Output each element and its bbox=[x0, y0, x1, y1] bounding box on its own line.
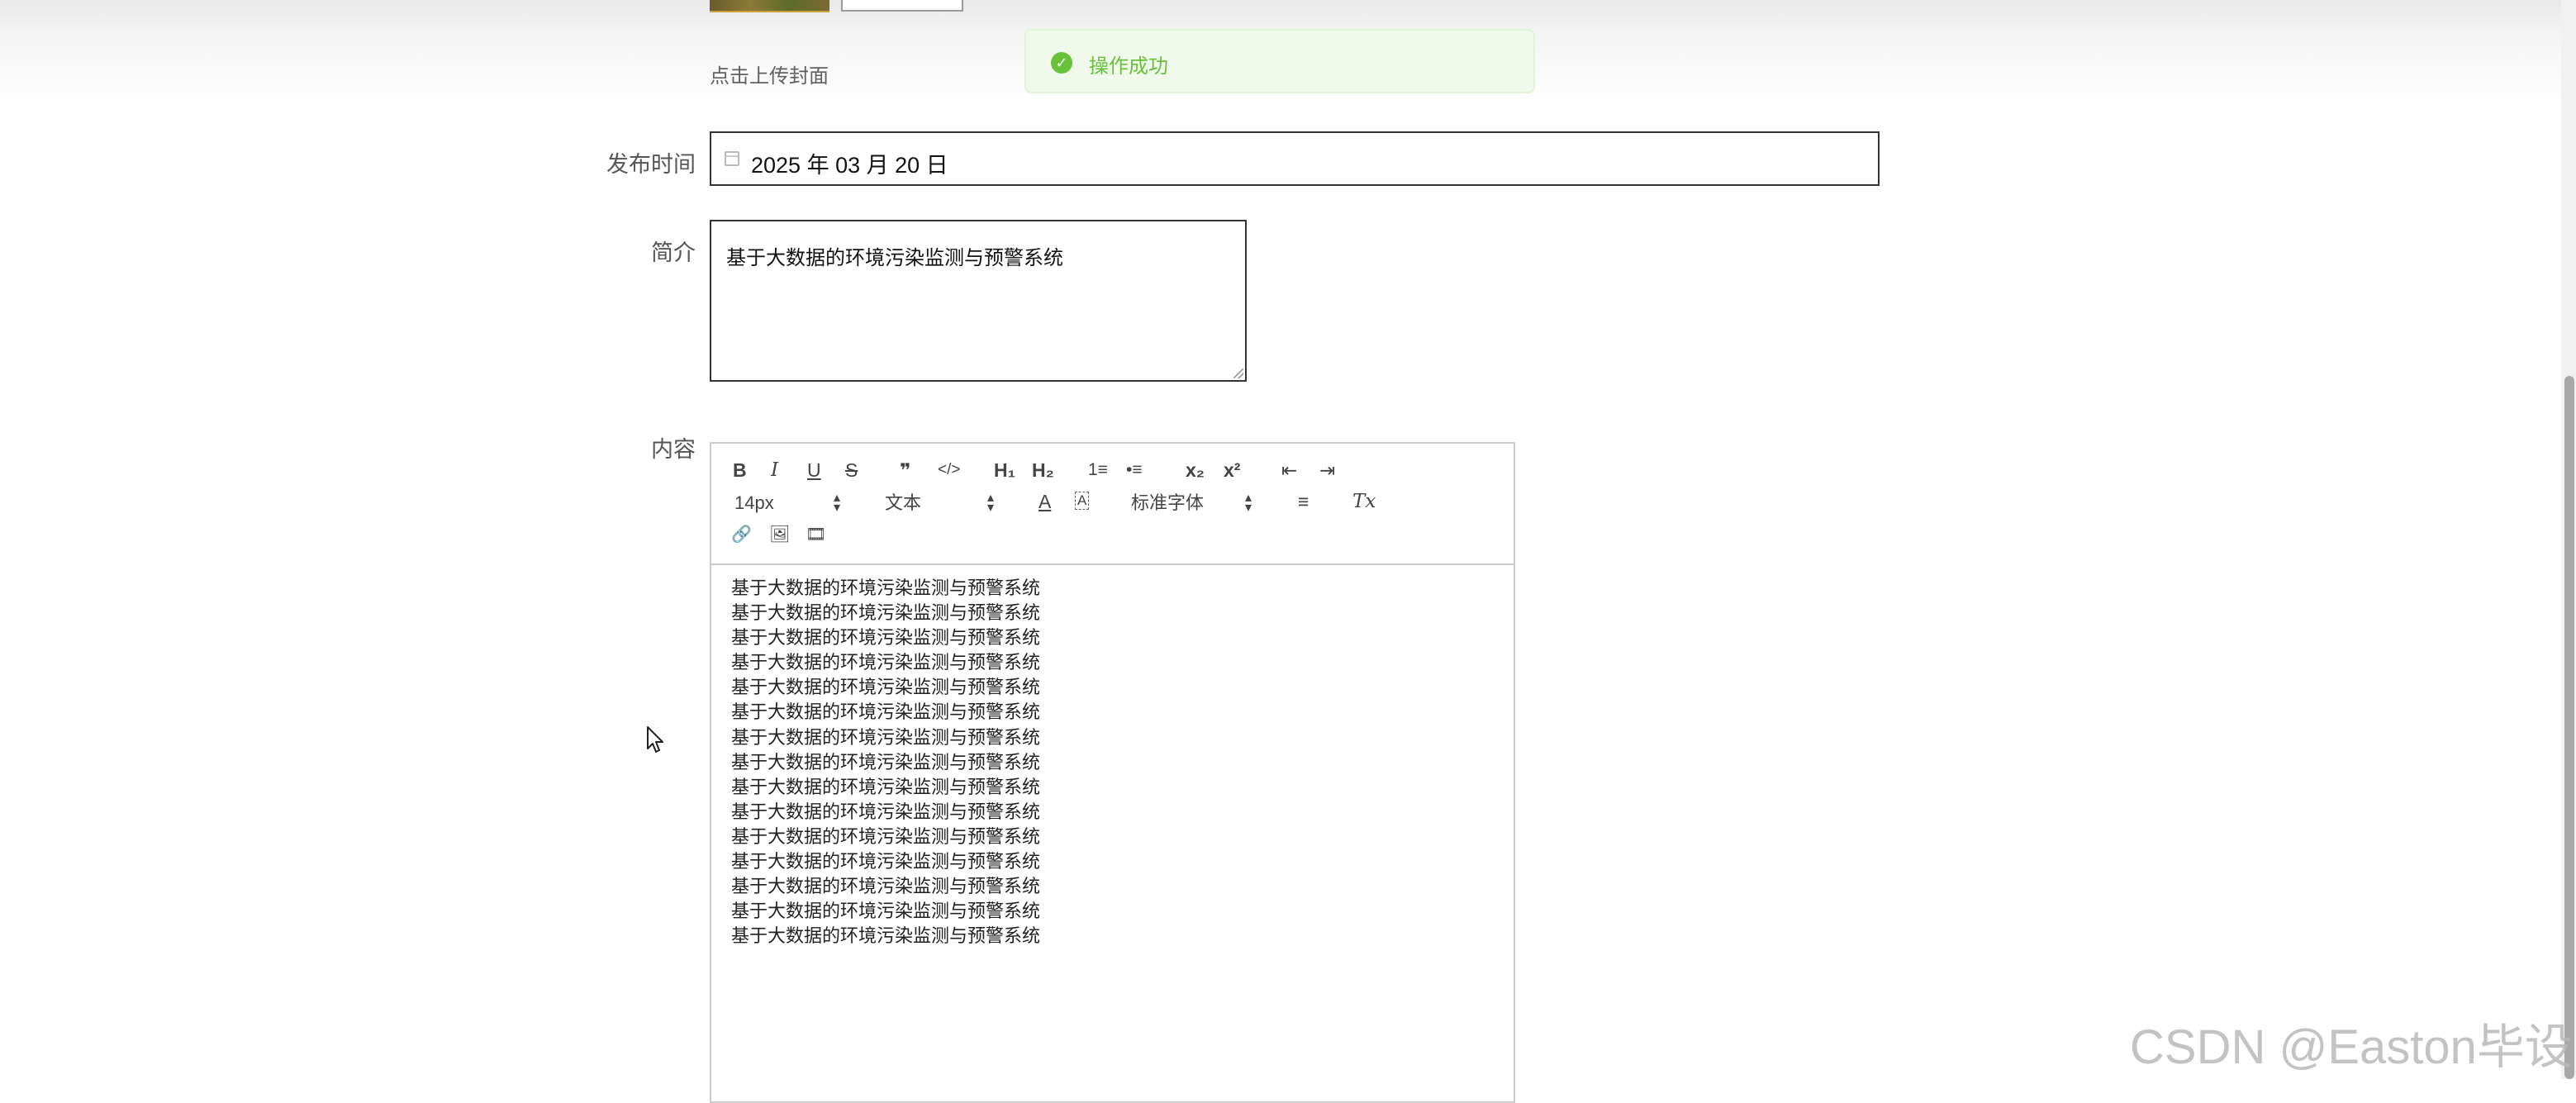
mouse-cursor-icon bbox=[647, 726, 663, 753]
bold-button[interactable]: B bbox=[733, 460, 747, 480]
content-line: 基于大数据的环境污染监测与预警系统 bbox=[731, 925, 1041, 947]
header-select-arrow-icon: ▴ ▾ bbox=[987, 491, 995, 515]
cover-image-thumbnail[interactable] bbox=[710, 0, 829, 12]
content-line: 基于大数据的环境污染监测与预警系统 bbox=[731, 876, 1041, 897]
strike-button[interactable]: S bbox=[845, 460, 858, 480]
success-toast: ✓ 操作成功 bbox=[1024, 29, 1535, 93]
content-line: 基于大数据的环境污染监测与预警系统 bbox=[731, 825, 1041, 847]
content-line: 基于大数据的环境污染监测与预警系统 bbox=[731, 901, 1041, 922]
background-color-button[interactable]: A bbox=[1075, 492, 1090, 510]
superscript-button[interactable]: x² bbox=[1224, 460, 1240, 480]
editor-content-area[interactable]: 基于大数据的环境污染监测与预警系统 基于大数据的环境污染监测与预警系统 基于大数… bbox=[731, 576, 1040, 948]
publish-time-label: 发布时间 bbox=[606, 152, 696, 177]
content-line: 基于大数据的环境污染监测与预警系统 bbox=[731, 851, 1041, 872]
content-line: 基于大数据的环境污染监测与预警系统 bbox=[731, 751, 1041, 773]
textarea-resize-handle[interactable] bbox=[1233, 368, 1243, 378]
font-family-select[interactable]: 标准字体 bbox=[1131, 493, 1204, 513]
summary-text: 基于大数据的环境污染监测与预警系统 bbox=[726, 247, 1063, 269]
calendar-icon bbox=[725, 151, 739, 166]
font-color-button[interactable]: A bbox=[1038, 492, 1051, 511]
font-size-select[interactable]: 14px bbox=[734, 493, 774, 513]
content-line: 基于大数据的环境污染监测与预警系统 bbox=[731, 726, 1041, 748]
image-button[interactable]: 🖼 bbox=[769, 525, 790, 544]
rich-text-editor: B I U S ❞ </> H₁ H₂ 1≡ •≡ x₂ x² ⇤ ⇥ 14px… bbox=[710, 442, 1515, 1103]
publish-date-input[interactable]: 2025 年 03 月 20 日 bbox=[710, 131, 1880, 186]
watermark-text: CSDN @Easton毕设 bbox=[2130, 1020, 2573, 1074]
font-size-select-arrow-icon: ▴ ▾ bbox=[834, 491, 841, 515]
subscript-button[interactable]: x₂ bbox=[1186, 460, 1205, 480]
bullet-list-button[interactable]: •≡ bbox=[1126, 460, 1143, 480]
check-circle-icon: ✓ bbox=[1051, 52, 1072, 74]
font-family-select-arrow-icon: ▴ ▾ bbox=[1245, 491, 1252, 515]
publish-date-value: 2025 年 03 月 20 日 bbox=[751, 153, 948, 178]
content-line: 基于大数据的环境污染监测与预警系统 bbox=[731, 677, 1041, 698]
blockquote-button[interactable]: ❞ bbox=[900, 460, 911, 480]
summary-textarea[interactable]: 基于大数据的环境污染监测与预警系统 bbox=[710, 220, 1247, 382]
link-button[interactable]: 🔗 bbox=[731, 525, 752, 544]
header-select[interactable]: 文本 bbox=[885, 493, 921, 513]
content-line: 基于大数据的环境污染监测与预警系统 bbox=[731, 602, 1041, 624]
content-line: 基于大数据的环境污染监测与预警系统 bbox=[731, 578, 1041, 598]
summary-label: 简介 bbox=[651, 240, 696, 265]
code-block-button[interactable]: </> bbox=[938, 460, 960, 480]
video-button[interactable]: 🎞 bbox=[806, 525, 826, 544]
content-line: 基于大数据的环境污染监测与预警系统 bbox=[731, 652, 1041, 673]
cover-upload-hint: 点击上传封面 bbox=[710, 65, 829, 88]
cover-upload-box[interactable] bbox=[841, 0, 963, 12]
align-button[interactable]: ≡ bbox=[1298, 492, 1309, 511]
clean-format-button[interactable]: Tx bbox=[1352, 492, 1376, 511]
outdent-button[interactable]: ⇤ bbox=[1281, 460, 1297, 480]
italic-button[interactable]: I bbox=[771, 460, 778, 480]
indent-button[interactable]: ⇥ bbox=[1319, 460, 1335, 480]
ordered-list-button[interactable]: 1≡ bbox=[1088, 460, 1108, 480]
toast-message: 操作成功 bbox=[1089, 55, 1168, 78]
editor-toolbar: B I U S ❞ </> H₁ H₂ 1≡ •≡ x₂ x² ⇤ ⇥ 14px… bbox=[711, 444, 1514, 565]
content-label: 内容 bbox=[651, 437, 696, 462]
content-line: 基于大数据的环境污染监测与预警系统 bbox=[731, 801, 1041, 822]
content-line: 基于大数据的环境污染监测与预警系统 bbox=[731, 627, 1041, 649]
header-2-button[interactable]: H₂ bbox=[1032, 460, 1054, 480]
header-1-button[interactable]: H₁ bbox=[994, 460, 1015, 480]
content-line: 基于大数据的环境污染监测与预警系统 bbox=[731, 776, 1041, 797]
page-scrollbar-thumb[interactable] bbox=[2564, 376, 2574, 1079]
content-line: 基于大数据的环境污染监测与预警系统 bbox=[731, 701, 1041, 723]
underline-button[interactable]: U bbox=[807, 460, 821, 480]
